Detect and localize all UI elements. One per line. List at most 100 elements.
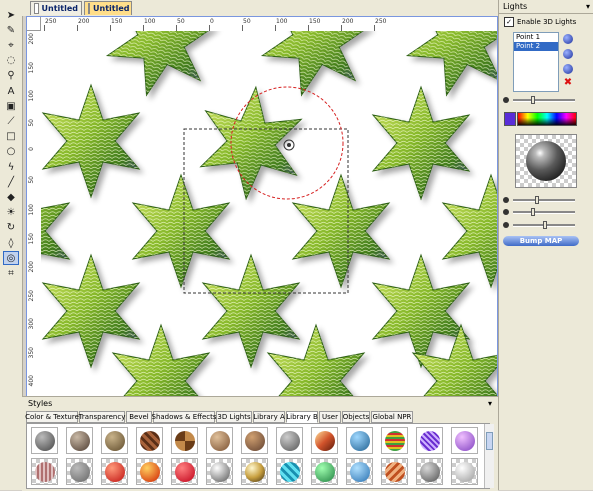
style-swatch[interactable] [171,427,198,454]
style-preview-sphere [174,461,195,482]
pen-icon[interactable]: ✎ [3,23,19,37]
style-swatch[interactable] [311,458,338,485]
style-swatch[interactable] [206,427,233,454]
tab-objects[interactable]: Objects [342,411,370,423]
pin-icon[interactable]: ▾ [586,2,590,11]
style-swatch[interactable] [311,427,338,454]
drawing-canvas[interactable] [41,31,497,397]
tab-global-npr[interactable]: Global NPR [371,411,413,423]
bump-map-button[interactable]: Bump MAP [503,236,579,246]
text-icon[interactable]: A [3,84,19,98]
scrollbar-thumb[interactable] [486,432,493,450]
image-icon[interactable]: ▣ [3,99,19,113]
style-swatch[interactable] [416,427,443,454]
diffuse-slider[interactable] [513,208,575,216]
circle-icon[interactable]: ○ [3,145,19,159]
style-swatch[interactable] [381,458,408,485]
light-color-swatch[interactable] [504,112,516,126]
tab-untitled-2[interactable]: Untitled [84,1,132,15]
style-swatch[interactable] [416,458,443,485]
ruler-label: 50 [28,118,35,127]
style-swatch[interactable] [66,458,93,485]
ruler-label: 150 [309,18,321,25]
arrow-icon[interactable]: ➤ [3,8,19,22]
style-swatch[interactable] [136,427,163,454]
tab-3d-lights[interactable]: 3D Lights [216,411,252,423]
style-preview-sphere [139,430,160,451]
enable-3d-lights-checkbox[interactable]: ✓ [504,17,514,27]
style-swatch[interactable] [381,427,408,454]
style-swatch[interactable] [241,458,268,485]
bezier-icon[interactable]: ϟ [3,160,19,174]
style-swatch[interactable] [346,458,373,485]
zoom-icon[interactable]: ⚲ [3,69,19,83]
style-swatch[interactable] [346,427,373,454]
pin-icon[interactable]: ▾ [488,399,492,408]
add-light-button[interactable] [563,34,573,44]
style-swatch[interactable] [206,458,233,485]
light-intensity-slider[interactable] [513,96,575,104]
line-icon[interactable]: ╱ [3,175,19,189]
rectangle-icon[interactable]: □ [3,130,19,144]
horizontal-ruler[interactable]: 250 200 150 100 50 0 50 100 150 200 250 [41,17,497,32]
style-preview-sphere [419,430,440,451]
style-swatch[interactable] [31,427,58,454]
style-swatch[interactable] [101,458,128,485]
color-spectrum-picker[interactable] [517,112,577,126]
style-preview-sphere [209,430,230,451]
light-preview[interactable] [515,134,577,188]
style-swatch[interactable] [171,458,198,485]
rotate-icon[interactable]: ↻ [3,221,19,235]
eyedropper-icon[interactable]: ⟋ [3,114,19,128]
tab-library-a[interactable]: Library A [253,411,285,423]
tab-transparency[interactable]: Transparency [79,411,125,423]
fill-icon[interactable]: ◆ [3,190,19,204]
tab-bevel[interactable]: Bevel [126,411,152,423]
styles-scrollbar[interactable] [484,424,494,488]
tab-color-texture[interactable]: Color & Texture [25,411,79,423]
style-preview-sphere [69,430,90,451]
style-preview-sphere [454,461,475,482]
document-window: 250 200 150 100 50 0 50 100 150 200 250 200 150 100 5… [26,16,498,398]
style-swatch[interactable] [101,427,128,454]
tab-user[interactable]: User [319,411,341,423]
delete-light-icon[interactable]: ✖ [563,78,573,88]
style-swatch[interactable] [276,427,303,454]
light-item-point-2[interactable]: Point 2 [514,42,558,51]
deform-icon[interactable]: ◊ [3,236,19,250]
tab-library-b[interactable]: Library B [286,411,318,423]
ruler-label: 50 [177,18,185,25]
style-swatch[interactable] [276,458,303,485]
light-item-point-1[interactable]: Point 1 [514,33,558,42]
ruler-label: 200 [28,261,35,273]
ruler-label: 100 [28,204,35,216]
enable-3d-lights-row[interactable]: ✓ Enable 3D Lights [504,16,592,28]
node-icon[interactable]: ⌖ [3,38,19,52]
style-swatch[interactable] [451,427,478,454]
style-preview-sphere [174,430,195,451]
ruler-label: 50 [28,175,35,184]
style-swatch[interactable] [66,427,93,454]
style-swatch[interactable] [136,458,163,485]
light-icon[interactable]: ☀ [3,206,19,220]
lasso-icon[interactable]: ◌ [3,54,19,68]
ambient-icon [503,197,509,203]
tab-untitled-1[interactable]: Untitled [30,1,82,15]
ambient-slider[interactable] [513,196,575,204]
tab-shadows-effects[interactable]: Shadows & Effects [152,411,216,423]
style-swatch[interactable] [451,458,478,485]
crop-icon[interactable]: ⌗ [3,266,19,280]
specular-slider[interactable] [513,221,575,229]
light-option-button-2[interactable] [563,64,573,74]
style-swatch[interactable] [241,427,268,454]
lights-list[interactable]: Point 1 Point 2 [513,32,559,92]
lens-icon[interactable]: ◎ [3,251,19,266]
star-pattern-artwork[interactable] [41,31,497,397]
style-swatch[interactable] [31,458,58,485]
ruler-corner [27,17,41,31]
ruler-label: 250 [28,289,35,301]
light-option-button[interactable] [563,49,573,59]
tool-palette: ➤ ✎ ⌖ ◌ ⚲ A ▣ ⟋ □ ○ ϟ ╱ ◆ ☀ ↻ ◊ ◎ ⌗ [0,0,23,490]
preview-sphere [526,141,566,181]
vertical-ruler[interactable]: 200 150 100 50 0 50 100 150 200 250 300 350 400 [27,31,42,397]
